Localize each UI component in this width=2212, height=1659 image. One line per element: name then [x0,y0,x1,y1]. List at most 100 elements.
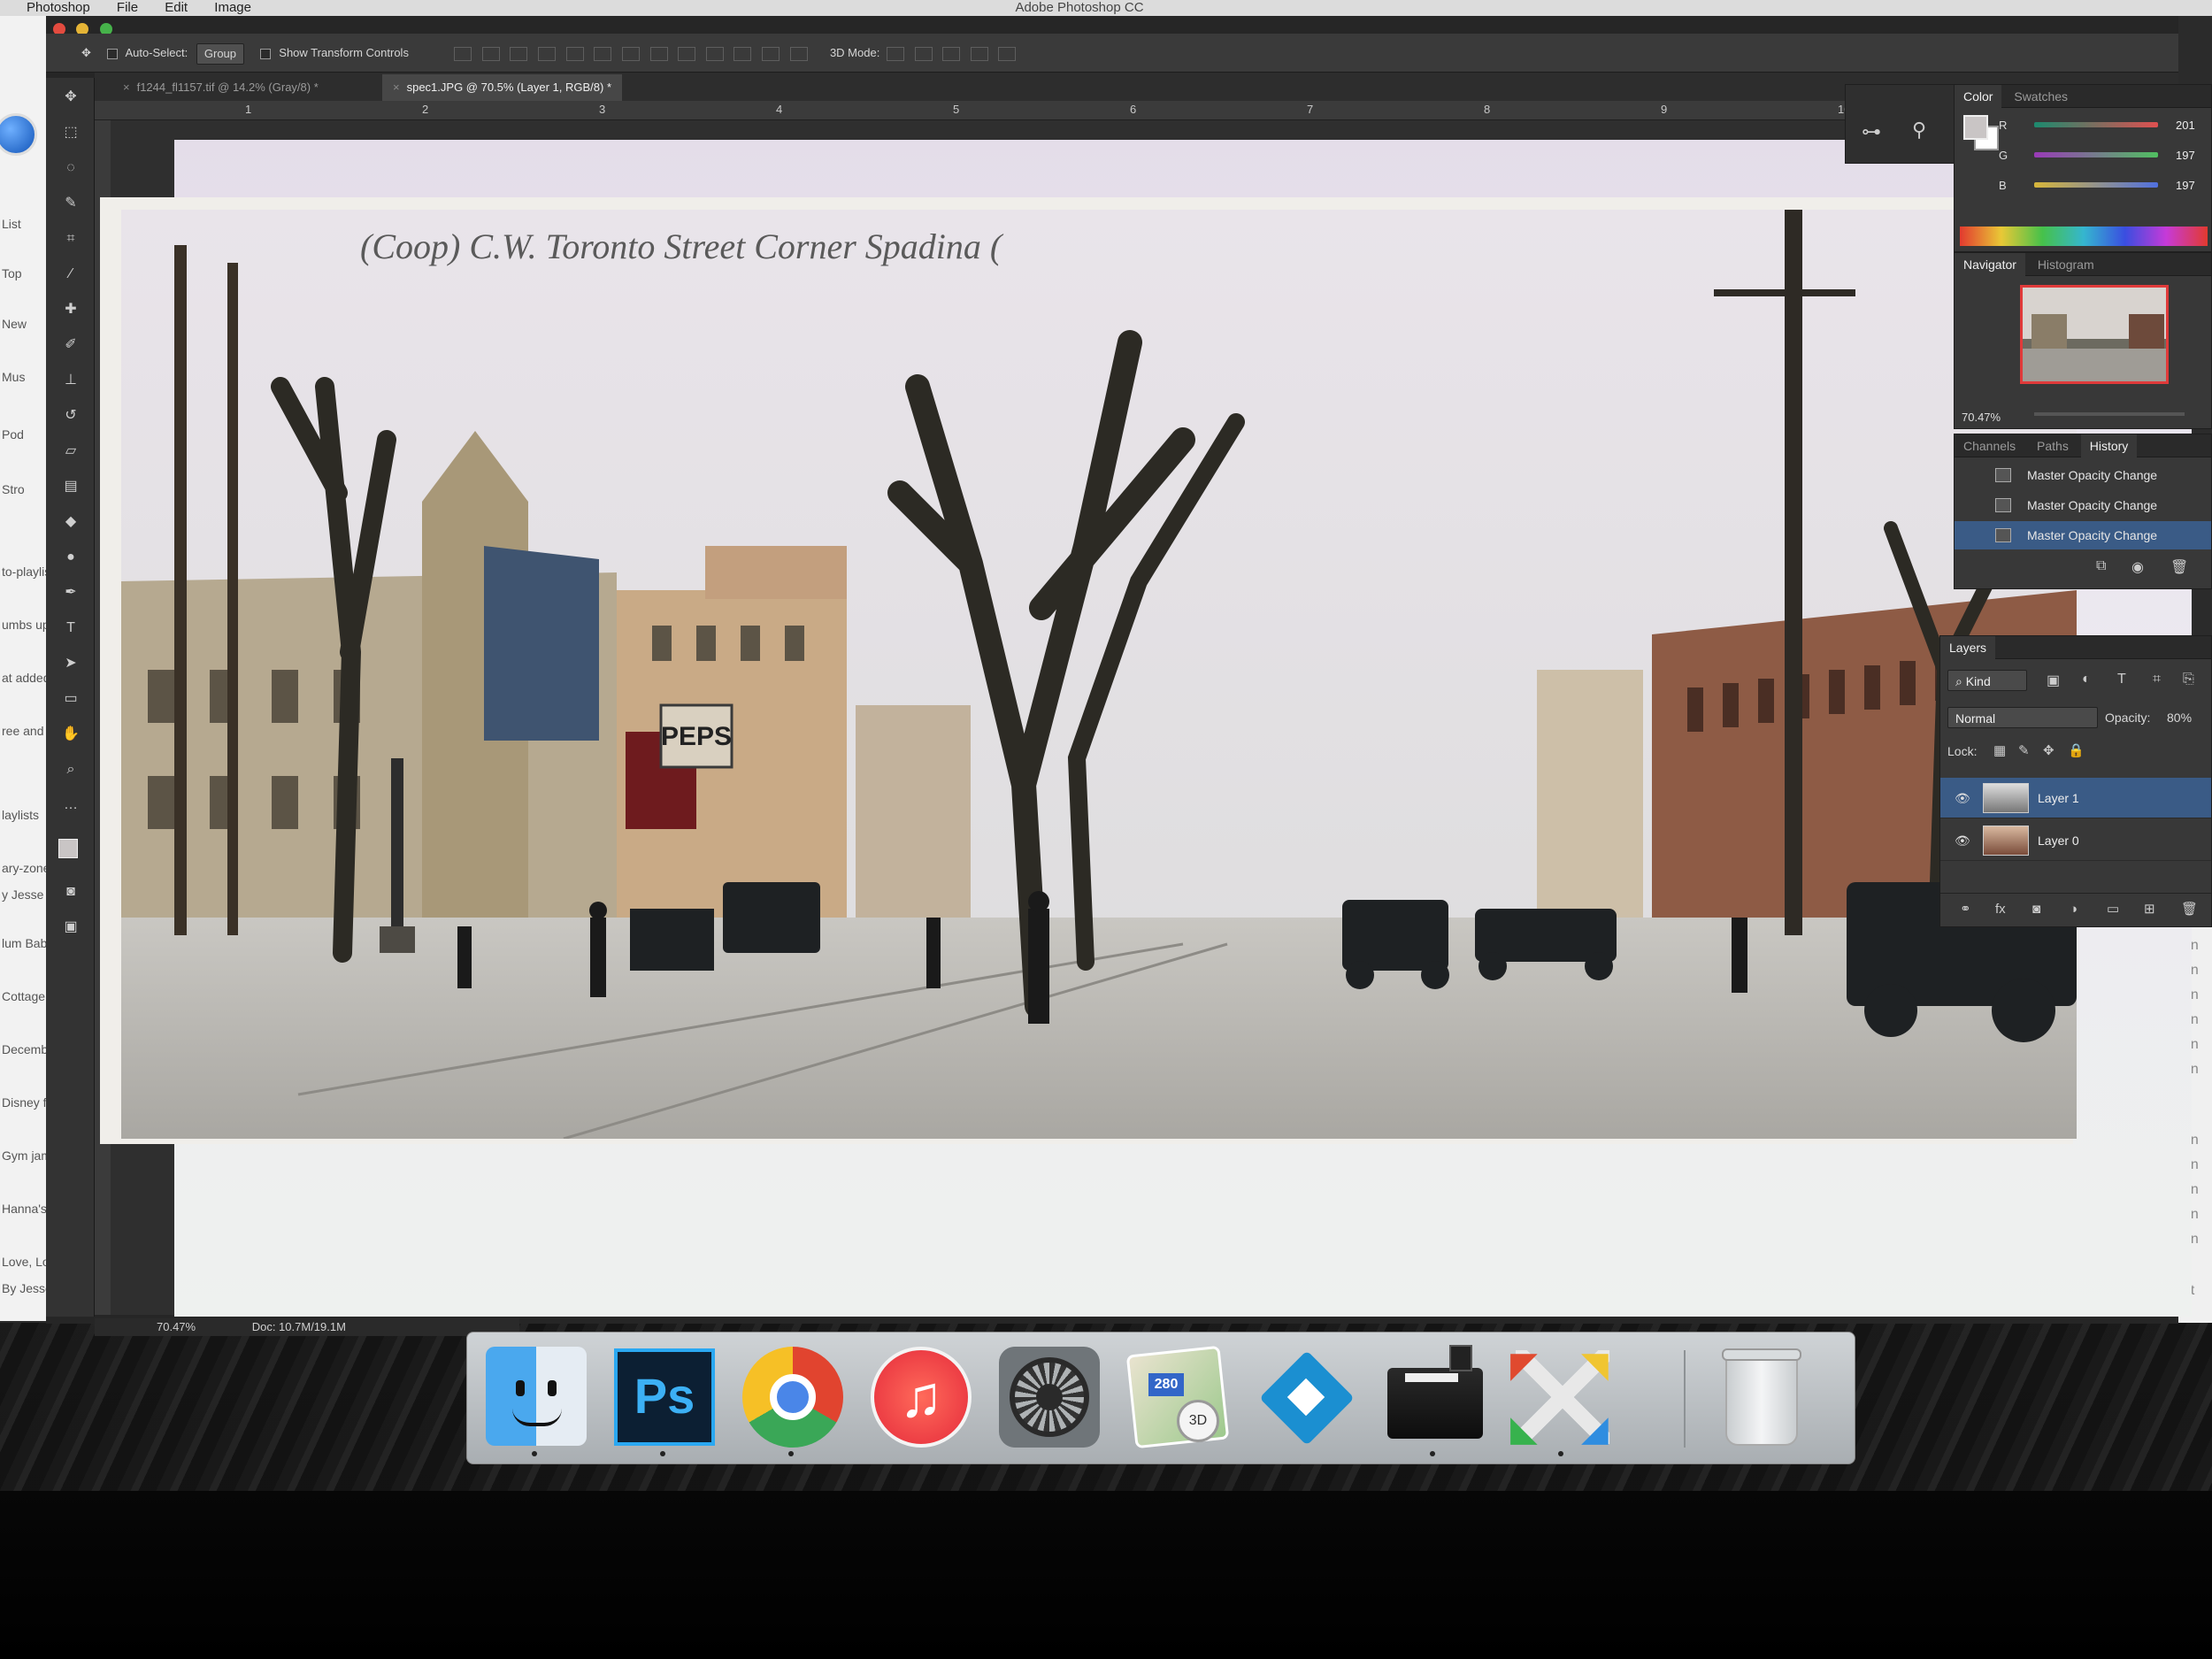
tab-close-icon[interactable]: × [123,81,130,94]
snapshot-camera-icon[interactable]: ◉ [2131,558,2144,576]
align-right-icon[interactable] [594,46,612,61]
quick-select-tool-icon[interactable]: ✎ [62,195,80,212]
align-center-icon[interactable] [565,46,584,61]
eraser-tool-icon[interactable]: ▱ [62,442,80,460]
dodge-tool-icon[interactable]: ● [62,549,80,566]
layer-row-layer-0[interactable]: 👁 Layer 0 [1940,820,2211,861]
healing-tool-icon[interactable]: ✚ [62,301,80,319]
chrome-icon[interactable] [737,1341,849,1456]
type-tool-icon[interactable]: T [62,619,80,637]
path-select-tool-icon[interactable]: ➤ [62,655,80,672]
auto-select-dropdown[interactable]: Group [196,42,245,65]
zoom-tool-icon[interactable]: ⌕ [62,761,80,779]
3d-slide-icon[interactable] [970,46,988,61]
tab-history[interactable]: History [2080,434,2138,457]
foreground-color-swatch[interactable] [58,839,78,858]
green-value[interactable]: 197 [2176,149,2195,162]
blur-tool-icon[interactable]: ◆ [62,513,80,531]
new-document-from-state-icon[interactable]: ⧉ [2096,558,2106,574]
itunes-icon[interactable]: ♫ [865,1341,977,1453]
menu-photoshop[interactable]: Photoshop [27,0,90,15]
history-brush-tool-icon[interactable]: ↺ [62,407,80,425]
folder-icon[interactable]: ▭ [2107,894,2119,926]
distribute-bottom-icon[interactable] [678,46,696,61]
link-icon[interactable]: ⚭ [1960,894,1971,926]
red-value[interactable]: 201 [2176,119,2195,132]
align-top-icon[interactable] [454,46,472,61]
lock-all-icon[interactable]: 🔒 [2068,742,2085,758]
move-tool-icon[interactable]: ✥ [81,46,91,59]
system-preferences-icon[interactable] [994,1341,1105,1453]
filter-shape-icon[interactable]: ⌗ [2153,672,2161,687]
trash-icon[interactable]: 🗑 [2181,894,2198,926]
shape-tool-icon[interactable]: ▭ [62,690,80,708]
align-left-icon[interactable] [538,46,557,61]
distribute-right-icon[interactable] [762,46,780,61]
visibility-eye-icon[interactable]: 👁 [1955,820,1970,861]
quick-mask-icon[interactable]: ◙ [62,883,80,901]
menu-image[interactable]: Image [214,0,251,15]
crop-tool-icon[interactable]: ⌗ [62,230,80,248]
layer-row-layer-1[interactable]: 👁 Layer 1 [1940,778,2211,818]
distribute-top-icon[interactable] [621,46,640,61]
tab-layers[interactable]: Layers [1940,636,1996,659]
pen-tool-icon[interactable]: ✒ [62,584,80,602]
opacity-value[interactable]: 80% [2167,710,2192,725]
filter-pixel-icon[interactable]: ▣ [2047,672,2060,689]
tab-f1244[interactable]: × f1244_fl1157.tif @ 14.2% (Gray/8) * [112,74,329,101]
distribute-middle-icon[interactable] [649,46,668,61]
color-spectrum-ramp[interactable] [1960,227,2208,246]
lock-image-icon[interactable]: ✎ [2018,742,2030,758]
layer-filter-dropdown[interactable]: ⌕ Kind [1947,670,2027,691]
gradient-tool-icon[interactable]: ▤ [62,478,80,495]
history-state[interactable]: Master Opacity Change [1955,461,2211,489]
new-layer-icon[interactable]: ⊞ [2144,894,2155,926]
status-zoom[interactable]: 70.47% [157,1320,196,1333]
navigator-zoom-slider[interactable] [2034,412,2185,416]
lasso-tool-icon[interactable]: ◌ [62,159,80,177]
layer-name[interactable]: Layer 1 [2038,791,2079,805]
maps-icon[interactable]: 280 3D [1122,1341,1233,1453]
3d-roll-icon[interactable] [914,46,933,61]
auto-select-checkbox[interactable] [106,48,118,59]
tab-paths[interactable]: Paths [2028,434,2078,457]
lock-position-icon[interactable]: ✥ [2043,742,2055,758]
blue-slider[interactable] [2034,182,2158,188]
distribute-left-icon[interactable] [705,46,724,61]
move-tool-icon[interactable]: ✥ [62,88,80,106]
eyedropper-tool-icon[interactable]: ⁄ [62,265,80,283]
screen-mode-icon[interactable]: ▣ [62,918,80,936]
history-state-selected[interactable]: Master Opacity Change [1955,521,2211,549]
more-tools-icon[interactable]: … [62,796,80,814]
auto-align-icon[interactable] [789,46,808,61]
layer-name[interactable]: Layer 0 [2038,833,2079,848]
filter-smart-object-icon[interactable]: ⎘ [2183,672,2194,687]
brush-settings-icon[interactable]: ⊶ [1862,120,1881,143]
visibility-eye-icon[interactable]: 👁 [1955,778,1970,818]
app-icon-partial[interactable] [0,113,37,156]
tab-histogram[interactable]: Histogram [2029,253,2103,276]
3d-scale-icon[interactable] [998,46,1017,61]
menu-file[interactable]: File [117,0,138,15]
kodi-icon[interactable] [1250,1341,1362,1453]
green-slider[interactable] [2034,152,2158,157]
mask-icon[interactable]: ◙ [2032,894,2040,926]
menu-edit[interactable]: Edit [165,0,188,15]
resize-app-icon[interactable]: ◤ ◥ ◣ ◢ [1507,1341,1618,1456]
brush-tool-icon[interactable]: ✐ [62,336,80,354]
align-bottom-icon[interactable] [510,46,528,61]
filter-adjustment-icon[interactable]: ◐ [2082,672,2091,687]
printer-icon[interactable] [1379,1341,1490,1456]
3d-rotate-icon[interactable] [886,46,904,61]
trash-icon[interactable]: 🗑 [2170,558,2188,576]
tab-channels[interactable]: Channels [1955,434,2024,457]
tab-spec1[interactable]: × spec1.JPG @ 70.5% (Layer 1, RGB/8) * [382,74,622,101]
filter-type-icon[interactable]: T [2117,672,2126,687]
tab-navigator[interactable]: Navigator [1955,253,2025,276]
distribute-center-icon[interactable] [733,46,752,61]
navigator-thumbnail[interactable] [2020,285,2169,384]
blend-mode-dropdown[interactable]: Normal [1947,707,2098,728]
blue-value[interactable]: 197 [2176,179,2195,192]
stamp-tool-icon[interactable]: ⊥ [62,372,80,389]
fx-icon[interactable]: fx [1995,894,2006,926]
